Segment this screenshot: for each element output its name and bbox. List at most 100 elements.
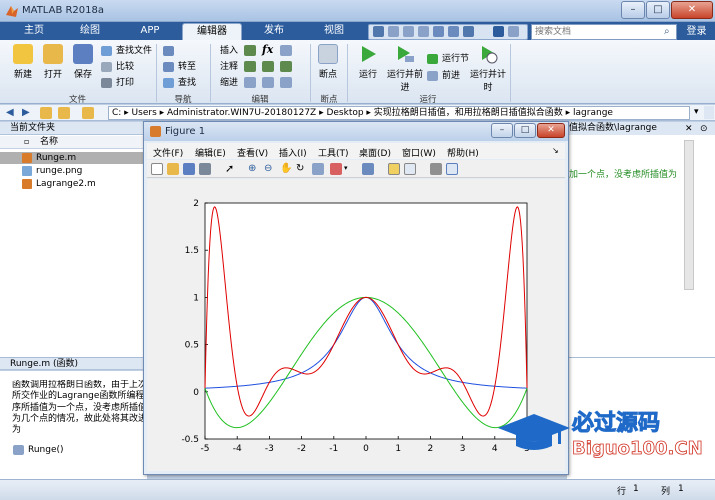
sort-icon[interactable]: ▫	[24, 137, 29, 146]
menu-insert[interactable]: 插入(I)	[279, 146, 307, 159]
search-folder-icon[interactable]	[704, 106, 714, 119]
tab-editor[interactable]: 编辑器	[182, 23, 242, 40]
tab-view[interactable]: 视图	[306, 23, 362, 40]
undo-icon[interactable]	[433, 26, 444, 37]
brush-icon[interactable]	[330, 163, 342, 175]
smart-indent-icon[interactable]	[244, 77, 256, 88]
indent-button[interactable]: 缩进	[218, 77, 238, 89]
advance-button[interactable]: 前进	[427, 70, 460, 82]
paste-icon[interactable]	[418, 26, 429, 37]
tab-home[interactable]: 主页	[10, 23, 58, 40]
group-edit-label: 编辑	[251, 95, 269, 105]
column-header-name[interactable]: 名称	[0, 136, 147, 149]
back-button[interactable]	[163, 45, 178, 57]
menu-tools[interactable]: 工具(T)	[318, 146, 349, 159]
minimize-button[interactable]: –	[621, 1, 645, 19]
maximize-button[interactable]: □	[646, 1, 670, 19]
zoom-in-icon[interactable]: ⊕	[248, 163, 260, 175]
login-button[interactable]: 登录	[680, 23, 713, 40]
figure-maximize-button[interactable]: □	[514, 123, 536, 138]
goto-button[interactable]: 转至	[163, 61, 196, 73]
chevron-down-icon[interactable]: ▾	[694, 107, 699, 117]
y-tick-label: 0.5	[185, 341, 199, 351]
menu-edit[interactable]: 编辑(E)	[195, 146, 226, 159]
browse-folder-icon[interactable]	[58, 107, 70, 119]
arrow-right-icon[interactable]: ▶	[22, 107, 34, 119]
copy-icon[interactable]	[403, 26, 414, 37]
tab-publish[interactable]: 发布	[246, 23, 302, 40]
tab-apps[interactable]: APP	[122, 23, 178, 40]
file-row[interactable]: runge.png	[0, 165, 147, 177]
wrap-comment-icon[interactable]	[280, 61, 292, 72]
insert-button[interactable]: 插入	[218, 45, 238, 57]
rotate-3d-icon[interactable]: ↻	[296, 163, 308, 175]
increase-indent-icon[interactable]	[262, 77, 274, 88]
insert-section-icon[interactable]	[244, 45, 256, 56]
zoom-out-icon[interactable]: ⊖	[264, 163, 276, 175]
new-button[interactable]: 新建	[6, 44, 40, 80]
breakpoints-button[interactable]: 断点	[311, 44, 345, 80]
chevron-down-icon[interactable]	[508, 26, 519, 37]
fx-icon[interactable]: fx	[262, 43, 273, 56]
open-file-icon[interactable]	[167, 163, 179, 175]
editor-scrollbar[interactable]	[684, 140, 694, 290]
switch-windows-icon[interactable]	[463, 26, 474, 37]
menu-view[interactable]: 查看(V)	[237, 146, 268, 159]
function-signature[interactable]: Runge()	[28, 445, 64, 455]
link-plot-icon[interactable]	[362, 163, 374, 175]
find-files-button[interactable]: 查找文件	[101, 45, 152, 57]
hide-plot-tools-icon[interactable]	[430, 163, 442, 175]
folder-up-icon[interactable]	[40, 107, 52, 119]
comment-icon[interactable]	[244, 61, 256, 72]
uncomment-icon[interactable]	[262, 61, 274, 72]
insert-menu-icon[interactable]	[280, 45, 292, 56]
save-icon[interactable]	[373, 26, 384, 37]
search-documentation-input[interactable]	[531, 24, 677, 40]
find-button[interactable]: 查找	[163, 77, 196, 89]
editor-file-tab[interactable]: 值拟合函数\lagrange	[567, 122, 715, 135]
cut-icon[interactable]	[388, 26, 399, 37]
chevron-down-icon[interactable]: ▾	[344, 164, 348, 172]
comment-button[interactable]: 注释	[218, 61, 238, 73]
figure-minimize-button[interactable]: –	[491, 123, 513, 138]
folder-icon	[82, 107, 94, 119]
title-bar	[0, 0, 715, 22]
redo-icon[interactable]	[448, 26, 459, 37]
close-button[interactable]: ✕	[671, 1, 713, 19]
open-button[interactable]: 打开	[36, 44, 70, 80]
arrow-left-icon[interactable]: ◀	[6, 107, 18, 119]
data-cursor-icon[interactable]	[312, 163, 324, 175]
menu-window[interactable]: 窗口(W)	[402, 146, 436, 159]
dock-arrow-icon[interactable]: ↘	[552, 146, 559, 155]
panel-menu-icon[interactable]: ⊙	[700, 124, 708, 134]
pointer-icon[interactable]: ➚	[225, 163, 237, 175]
menu-file[interactable]: 文件(F)	[153, 146, 183, 159]
colorbar-icon[interactable]	[388, 163, 400, 175]
run-time-button[interactable]: 运行并计时	[469, 44, 507, 93]
run-section-button[interactable]: 运行节	[427, 53, 469, 65]
file-row[interactable]: Runge.m	[0, 152, 147, 164]
new-figure-icon[interactable]	[151, 163, 163, 175]
save-figure-icon[interactable]	[183, 163, 195, 175]
print-figure-icon[interactable]	[199, 163, 211, 175]
menu-desktop[interactable]: 桌面(D)	[359, 146, 391, 159]
compare-button[interactable]: 比较	[101, 61, 134, 73]
search-icon[interactable]: ⌕	[664, 26, 676, 38]
legend-icon[interactable]	[404, 163, 416, 175]
advance-label: 前进	[442, 71, 461, 81]
code-comment-line[interactable]: 加一个点，没考虑所插值为	[569, 167, 677, 180]
menu-help[interactable]: 帮助(H)	[447, 146, 479, 159]
decrease-indent-icon[interactable]	[280, 77, 292, 88]
current-folder-path[interactable]: C: ▸ Users ▸ Administrator.WIN7U-2018012…	[108, 106, 690, 120]
save-button[interactable]: 保存	[66, 44, 100, 80]
tab-plots[interactable]: 绘图	[64, 23, 116, 40]
run-button[interactable]: 运行	[351, 44, 385, 80]
run-advance-button[interactable]: 运行并前进	[386, 44, 424, 93]
figure-close-button[interactable]: ✕	[537, 123, 565, 138]
pan-icon[interactable]: ✋	[280, 163, 292, 175]
help-icon[interactable]	[493, 26, 504, 37]
print-button[interactable]: 打印	[101, 77, 134, 89]
show-plot-tools-icon[interactable]	[446, 163, 458, 175]
close-icon[interactable]: ✕	[685, 124, 693, 134]
file-row[interactable]: Lagrange2.m	[0, 178, 147, 190]
